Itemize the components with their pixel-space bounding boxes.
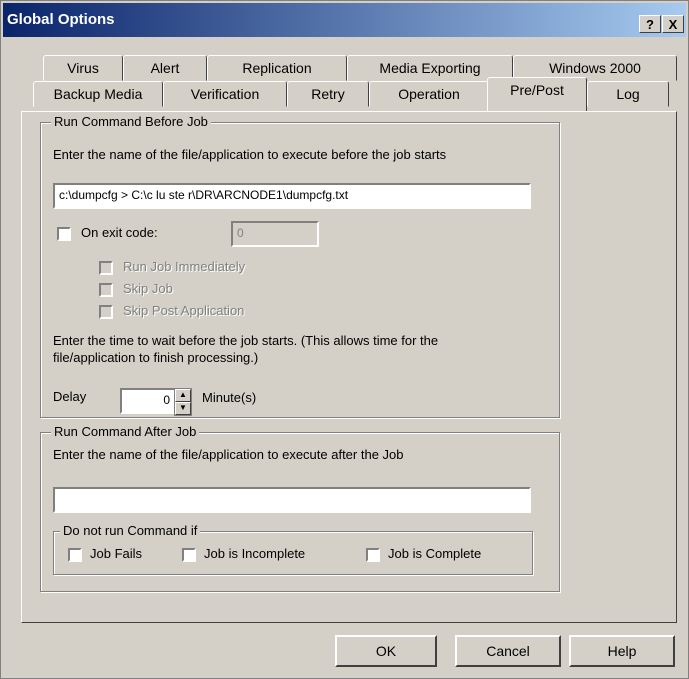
close-title-button[interactable]: X xyxy=(662,15,684,33)
minutes-label: Minute(s) xyxy=(202,390,257,405)
do-not-run-group: Do not run Command if Job Fails Job is I… xyxy=(53,523,533,575)
tab-pre-post[interactable]: Pre/Post xyxy=(487,77,587,111)
tab-log[interactable]: Log xyxy=(587,81,669,107)
job-incomplete-checkbox[interactable] xyxy=(182,548,196,562)
after-command-input[interactable] xyxy=(53,487,531,513)
run-after-legend: Run Command After Job xyxy=(51,424,200,439)
skip-job-checkbox[interactable] xyxy=(99,283,113,297)
skip-post-application-checkbox[interactable] xyxy=(99,305,113,319)
run-after-group: Run Command After Job Enter the name of … xyxy=(40,424,560,592)
help-button[interactable]: Help xyxy=(569,635,675,667)
do-not-run-legend: Do not run Command if xyxy=(60,523,201,538)
skip-job-label: Skip Job xyxy=(123,281,173,296)
run-before-legend: Run Command Before Job xyxy=(51,114,211,129)
tab-virus[interactable]: Virus xyxy=(43,55,123,81)
job-fails-checkbox[interactable] xyxy=(68,548,82,562)
after-instruction: Enter the name of the file/application t… xyxy=(53,447,404,462)
tab-verification[interactable]: Verification xyxy=(163,81,287,107)
run-job-immediately-checkbox[interactable] xyxy=(99,261,113,275)
delay-label: Delay xyxy=(53,389,87,404)
skip-post-application-label: Skip Post Application xyxy=(123,303,245,318)
spin-up-icon[interactable]: ▲ xyxy=(175,389,191,402)
on-exit-code-checkbox[interactable] xyxy=(57,227,71,241)
tab-retry[interactable]: Retry xyxy=(287,81,369,107)
run-before-group: Run Command Before Job Enter the name of… xyxy=(40,114,560,418)
job-fails-label: Job Fails xyxy=(90,546,143,561)
title-bar: Global Options ? X xyxy=(3,3,686,37)
tab-replication[interactable]: Replication xyxy=(207,55,347,81)
delay-input[interactable]: 0 xyxy=(120,388,176,414)
spin-down-icon[interactable]: ▼ xyxy=(175,402,191,415)
run-job-immediately-label: Run Job Immediately xyxy=(123,259,246,274)
job-complete-label: Job is Complete xyxy=(388,546,482,561)
cancel-button[interactable]: Cancel xyxy=(455,635,561,667)
job-incomplete-label: Job is Incomplete xyxy=(204,546,306,561)
global-options-window: Global Options ? X Virus Alert Replicati… xyxy=(0,0,689,679)
tab-operation[interactable]: Operation xyxy=(369,81,489,107)
wait-text-line-1: Enter the time to wait before the job st… xyxy=(53,333,439,348)
wait-text-line-2: file/application to finish processing.) xyxy=(53,350,259,365)
delay-spinner[interactable]: ▲ ▼ xyxy=(174,388,192,416)
on-exit-code-label: On exit code: xyxy=(81,225,158,240)
job-complete-checkbox[interactable] xyxy=(366,548,380,562)
exit-code-input[interactable]: 0 xyxy=(231,221,319,247)
ok-button[interactable]: OK xyxy=(335,635,437,667)
before-instruction: Enter the name of the file/application t… xyxy=(53,147,447,162)
help-title-button[interactable]: ? xyxy=(639,15,661,33)
pre-post-panel: Run Command Before Job Enter the name of… xyxy=(21,111,677,623)
tab-backup-media[interactable]: Backup Media xyxy=(33,81,163,107)
window-title: Global Options xyxy=(7,11,115,28)
before-command-input[interactable]: c:\dumpcfg > C:\c lu ste r\DR\ARCNODE1\d… xyxy=(53,183,531,209)
tab-alert[interactable]: Alert xyxy=(123,55,207,81)
